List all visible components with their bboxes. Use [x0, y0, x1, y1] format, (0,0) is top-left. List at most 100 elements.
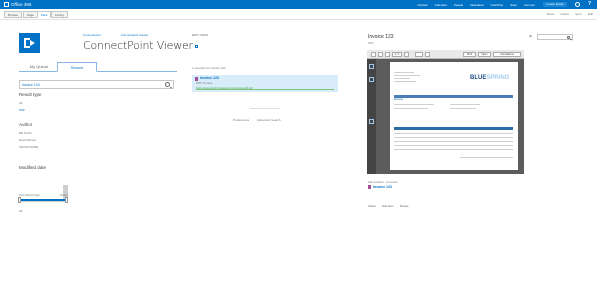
slider-handle[interactable] — [65, 197, 68, 203]
tab-files[interactable]: Files — [37, 11, 52, 18]
attachments-icon[interactable] — [369, 119, 374, 124]
result-meta: PDF Invoice — [196, 81, 213, 85]
search-icon[interactable] — [165, 82, 170, 87]
search-footer-links: Preferences Advanced Search — [233, 118, 288, 122]
pan-tool-icon[interactable] — [415, 52, 423, 57]
result-count: 1 result(s) for invoice 123 — [192, 66, 226, 70]
invoice-text-line — [450, 104, 480, 105]
invoice-logo-suffix: SPRING — [486, 75, 510, 81]
office-logo[interactable]: Office 365 — [0, 2, 31, 7]
annotations-button[interactable]: Annotations — [493, 52, 521, 57]
edit-item-action[interactable]: Edit Item — [382, 204, 394, 208]
invoice-text-line — [394, 104, 434, 105]
office-icon — [4, 2, 9, 7]
tab-library[interactable]: Library — [51, 11, 69, 18]
share-action[interactable]: Share — [368, 204, 376, 208]
file-location-label: File location - Invoices — [368, 180, 398, 184]
breadcrumb-item[interactable]: Connectpoint — [83, 33, 101, 37]
help-icon[interactable]: ? — [588, 1, 591, 7]
invoice-table-header — [394, 127, 513, 130]
follow-icon[interactable] — [194, 44, 198, 48]
user-menu[interactable]: Lorem Ipsum — [543, 2, 567, 7]
app-name: Office 365 — [11, 2, 32, 7]
zoom-in-icon[interactable] — [385, 52, 390, 57]
edit-links[interactable]: EDIT LINKS — [192, 33, 208, 37]
next-page-icon[interactable] — [404, 52, 409, 57]
slider-handle[interactable] — [18, 197, 21, 203]
thumbnails-icon[interactable] — [369, 64, 374, 69]
invoice-table-row — [394, 133, 513, 134]
refiner-item[interactable]: All — [19, 101, 22, 105]
document-viewer[interactable]: 1 / 1 Print Open Annotations BLUESPRING … — [367, 50, 524, 174]
date-slider[interactable] — [18, 197, 68, 203]
date-to-label: Today — [60, 193, 69, 197]
result-type-heading: Result type — [19, 92, 42, 97]
open-button[interactable]: Open — [478, 52, 491, 57]
preview-search-input[interactable] — [537, 34, 573, 40]
invoice-band — [394, 95, 513, 98]
pdf-file-icon — [368, 185, 371, 189]
refiner-item[interactable]: David Brown — [19, 138, 36, 142]
suite-nav-calendar[interactable]: Calendar — [435, 3, 447, 7]
rotate-icon[interactable] — [425, 52, 430, 57]
viewer-sidebar — [367, 59, 376, 174]
invoice-logo: BLUESPRING — [470, 75, 509, 81]
suite-nav-outlook[interactable]: Outlook — [417, 3, 427, 7]
search-input[interactable] — [22, 82, 162, 88]
file-link[interactable]: Invoice 123 — [373, 185, 392, 189]
invoice-text-line — [394, 72, 414, 73]
ribbon-actions: Share Follow Sync Edit — [540, 12, 593, 16]
divider — [250, 108, 280, 109]
page-title-text: ConnectPoint Viewer — [83, 39, 193, 52]
bookmarks-icon[interactable] — [369, 77, 374, 82]
logo-arrow-icon — [30, 40, 35, 46]
suite-nav: Outlook Calendar People Newsfeed OneDriv… — [410, 0, 535, 9]
document-page: BLUESPRING INVOICE — [390, 62, 518, 170]
tab-search[interactable]: Search — [57, 62, 97, 72]
author-heading: Author — [19, 122, 33, 127]
invoice-table-row — [394, 141, 513, 142]
date-from-label: One Month Ago — [19, 193, 40, 197]
suite-nav-yammer[interactable]: Yammer — [524, 3, 535, 7]
edit-button[interactable]: Edit — [588, 12, 593, 16]
zoom-out-icon[interactable] — [378, 52, 383, 57]
refiner-item[interactable]: Bill Smith — [19, 131, 32, 135]
sidebar-toggle-icon[interactable] — [371, 52, 376, 57]
show-more-link[interactable]: SHOW MORE — [19, 145, 38, 149]
page-field[interactable]: 1 / 1 — [392, 52, 402, 57]
sync-button[interactable]: Sync — [575, 12, 582, 16]
preferences-link[interactable]: Preferences — [233, 118, 249, 122]
tab-browse[interactable]: Browse — [4, 11, 23, 18]
date-all-link[interactable]: All — [19, 209, 22, 213]
share-button[interactable]: Share — [546, 12, 554, 16]
follow-button[interactable]: Follow — [560, 12, 569, 16]
gear-icon[interactable] — [575, 2, 580, 7]
advanced-search-link[interactable]: Advanced Search — [257, 118, 281, 122]
invoice-text-line — [394, 108, 428, 109]
preview-title: Invoice 123 — [368, 34, 394, 40]
invoice-total-line — [460, 157, 513, 158]
search-box — [19, 80, 174, 89]
suite-nav-onedrive[interactable]: OneDrive — [491, 3, 504, 7]
delete-action[interactable]: Delete — [400, 204, 409, 208]
suite-nav-sites[interactable]: Sites — [510, 3, 517, 7]
modified-date-heading: Modified date — [19, 165, 47, 170]
viewer-toolbar: 1 / 1 Print Open Annotations — [367, 50, 524, 59]
tab-page[interactable]: Page — [23, 11, 39, 18]
queue-tabs: My Queue Search — [19, 62, 177, 72]
refiner-item[interactable]: PDF — [19, 108, 25, 112]
result-item[interactable]: Invoice 123 PDF Invoice https://connectp… — [192, 75, 338, 92]
search-icon[interactable] — [567, 36, 570, 39]
suite-nav-people[interactable]: People — [454, 3, 463, 7]
suite-nav-newsfeed[interactable]: Newsfeed — [470, 3, 483, 7]
breadcrumb-item[interactable]: Connectpoint Viewer — [121, 33, 149, 37]
tab-my-queue[interactable]: My Queue — [19, 62, 59, 72]
preview-subtitle: PDF — [368, 41, 374, 45]
close-icon[interactable]: × — [529, 34, 532, 40]
result-title[interactable]: Invoice 123 — [200, 76, 219, 80]
suite-bar: Office 365 Outlook Calendar People Newsf… — [0, 0, 597, 9]
result-divider — [196, 89, 334, 90]
print-button[interactable]: Print — [463, 52, 476, 57]
invoice-table-row — [394, 145, 513, 146]
site-logo[interactable] — [19, 33, 40, 53]
